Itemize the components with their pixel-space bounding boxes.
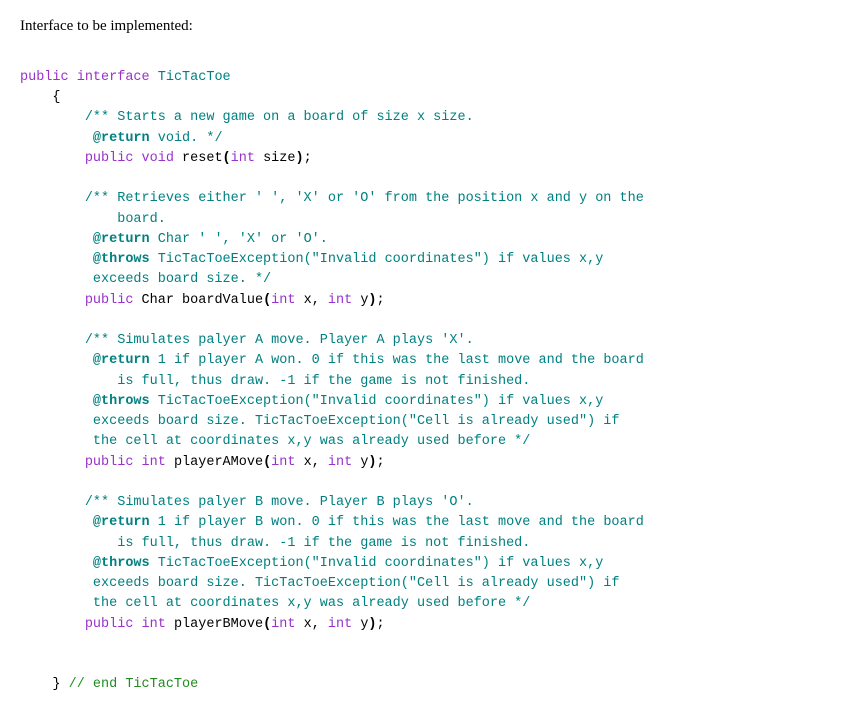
- keyword-int-5: int: [271, 455, 295, 470]
- comment-pa-return: 1 if player A won. 0 if this was the las…: [150, 353, 644, 368]
- document-heading: Interface to be implemented:: [20, 16, 842, 38]
- paren-close-2: ): [368, 293, 376, 308]
- comment-pa-return2: is full, thus draw. -1 if the game is no…: [85, 374, 531, 389]
- keyword-int-4: int: [142, 455, 166, 470]
- comment-pa-throws: TicTacToeException("Invalid coordinates"…: [150, 394, 604, 409]
- param-y-1: y: [352, 293, 368, 308]
- paren-close-4: ): [368, 617, 376, 632]
- comment-pb-return: 1 if player B won. 0 if this was the las…: [150, 515, 644, 530]
- end-comment: // end TicTacToe: [61, 677, 199, 692]
- method-playeramove: playerAMove: [166, 455, 263, 470]
- keyword-public-2: public: [85, 151, 134, 166]
- keyword-interface: interface: [77, 70, 150, 85]
- comment-bv-throws: TicTacToeException("Invalid coordinates"…: [150, 252, 604, 267]
- tag-return-1: @return: [93, 131, 150, 146]
- comment-bv-throws2: exceeds board size. */: [85, 272, 271, 287]
- comment-bv-return: Char ' ', 'X' or 'O'.: [150, 232, 328, 247]
- keyword-public-5: public: [85, 617, 134, 632]
- param-y-2: y: [352, 455, 368, 470]
- paren-open-2: (: [263, 293, 271, 308]
- param-y-3: y: [352, 617, 368, 632]
- class-name: TicTacToe: [158, 70, 231, 85]
- keyword-public-4: public: [85, 455, 134, 470]
- comment-pa-throws3: the cell at coordinates x,y was already …: [85, 434, 531, 449]
- comma-3: ,: [312, 617, 320, 632]
- keyword-public: public: [20, 70, 69, 85]
- paren-close-1: ): [295, 151, 303, 166]
- param-x-1: x: [295, 293, 311, 308]
- tag-throws-2: @throws: [93, 394, 150, 409]
- tag-throws-1: @throws: [93, 252, 150, 267]
- comment-reset-return: void. */: [150, 131, 223, 146]
- semicolon-2: ;: [377, 293, 385, 308]
- tag-return-2: @return: [93, 232, 150, 247]
- semicolon-1: ;: [304, 151, 312, 166]
- keyword-public-3: public: [85, 293, 134, 308]
- param-x-3: x: [295, 617, 311, 632]
- comment-pb-throws: TicTacToeException("Invalid coordinates"…: [150, 556, 604, 571]
- paren-open-3: (: [263, 455, 271, 470]
- keyword-int-3: int: [328, 293, 352, 308]
- paren-open-4: (: [263, 617, 271, 632]
- keyword-int-7: int: [142, 617, 166, 632]
- keyword-int-8: int: [271, 617, 295, 632]
- semicolon-4: ;: [377, 617, 385, 632]
- code-block: public interface TicTacToe { /** Starts …: [20, 68, 842, 696]
- param-x-2: x: [295, 455, 311, 470]
- paren-open-1: (: [223, 151, 231, 166]
- comment-pb-throws2: exceeds board size. TicTacToeException("…: [85, 576, 620, 591]
- semicolon-3: ;: [377, 455, 385, 470]
- param-size: size: [255, 151, 296, 166]
- keyword-int-2: int: [271, 293, 295, 308]
- comment-pb-1: /** Simulates palyer B move. Player B pl…: [85, 495, 474, 510]
- tag-throws-3: @throws: [93, 556, 150, 571]
- method-boardvalue: boardValue: [174, 293, 263, 308]
- comma-2: ,: [312, 455, 320, 470]
- comment-bv-1: /** Retrieves either ' ', 'X' or 'O' fro…: [85, 191, 644, 206]
- comment-pb-throws3: the cell at coordinates x,y was already …: [85, 596, 531, 611]
- method-reset: reset: [174, 151, 223, 166]
- method-playerbmove: playerBMove: [166, 617, 263, 632]
- comma-1: ,: [312, 293, 320, 308]
- comment-pa-1: /** Simulates palyer A move. Player A pl…: [85, 333, 474, 348]
- keyword-int-6: int: [328, 455, 352, 470]
- brace-close: }: [52, 677, 60, 692]
- keyword-int-9: int: [328, 617, 352, 632]
- comment-bv-1b: board.: [85, 212, 166, 227]
- ret-type-char: Char: [133, 293, 174, 308]
- comment-pb-return2: is full, thus draw. -1 if the game is no…: [85, 536, 531, 551]
- comment-pa-throws2: exceeds board size. TicTacToeException("…: [85, 414, 620, 429]
- comment-reset-1: /** Starts a new game on a board of size…: [85, 110, 474, 125]
- keyword-void: void: [142, 151, 174, 166]
- tag-return-3: @return: [93, 353, 150, 368]
- paren-close-3: ): [368, 455, 376, 470]
- brace-open: {: [52, 90, 60, 105]
- tag-return-4: @return: [93, 515, 150, 530]
- keyword-int-1: int: [231, 151, 255, 166]
